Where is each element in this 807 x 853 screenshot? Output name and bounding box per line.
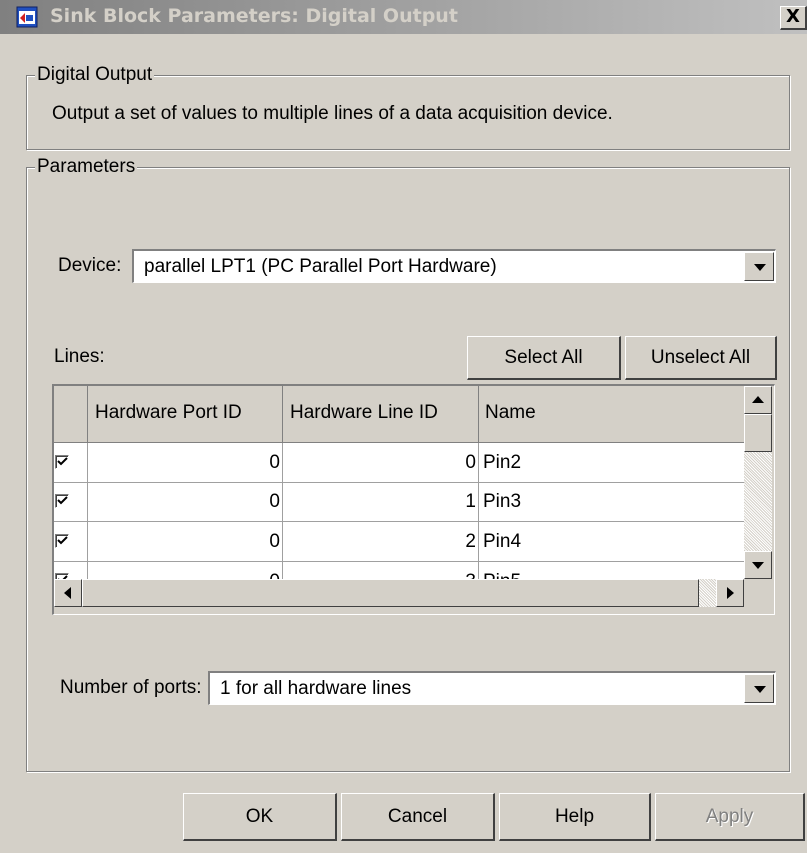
select-all-button[interactable]: Select All — [467, 336, 621, 380]
simulink-block-icon — [16, 6, 38, 28]
table-cell-name[interactable]: Pin4 — [479, 522, 744, 562]
table-cell-line[interactable]: 0 — [283, 443, 479, 483]
cell-text: 2 — [465, 531, 476, 552]
device-dropdown-button[interactable] — [744, 252, 774, 281]
cell-text: Pin4 — [483, 531, 522, 552]
column-header-name[interactable]: Name — [479, 386, 744, 443]
checkmark-icon — [57, 536, 68, 545]
table-cell-line[interactable]: 1 — [283, 483, 479, 522]
chevron-down-icon — [754, 686, 766, 693]
table-cell-port[interactable]: 0 — [88, 443, 283, 483]
cell-text: Pin2 — [483, 452, 522, 473]
number-of-ports-dropdown-button[interactable] — [744, 674, 774, 703]
table-row-check[interactable] — [54, 522, 88, 562]
table-cell-name[interactable]: Pin3 — [479, 483, 744, 522]
window-title: Sink Block Parameters: Digital Output — [50, 5, 458, 27]
cancel-label: Cancel — [387, 806, 448, 827]
device-dropdown[interactable]: parallel LPT1 (PC Parallel Port Hardware… — [132, 249, 776, 283]
arrow-up-icon — [752, 396, 764, 403]
row-checkbox[interactable] — [55, 494, 69, 508]
vertical-scroll-thumb[interactable] — [744, 414, 772, 452]
lines-label: Lines: — [54, 346, 105, 367]
cell-text: 0 — [269, 491, 280, 512]
parameters-group-legend: Parameters — [35, 156, 138, 178]
help-button[interactable]: Help — [499, 793, 651, 841]
chevron-down-icon — [754, 264, 766, 271]
column-header-line[interactable]: Hardware Line ID — [283, 386, 479, 443]
ok-label: OK — [245, 806, 274, 827]
checkmark-icon — [57, 496, 68, 505]
device-value: parallel LPT1 (PC Parallel Port Hardware… — [144, 256, 497, 277]
arrow-right-icon — [727, 587, 734, 599]
number-of-ports-value: 1 for all hardware lines — [220, 678, 412, 699]
scroll-down-button[interactable] — [744, 551, 772, 579]
table-row-check[interactable] — [54, 483, 88, 522]
column-header-line-label: Hardware Line ID — [290, 402, 438, 423]
lines-table: Hardware Port ID Hardware Line ID Name 0… — [52, 384, 775, 615]
table-row-check[interactable] — [54, 443, 88, 483]
number-of-ports-dropdown[interactable]: 1 for all hardware lines — [208, 671, 776, 705]
cell-text: Pin3 — [483, 491, 522, 512]
table-cell-port[interactable]: 0 — [88, 483, 283, 522]
cell-text: 0 — [269, 531, 280, 552]
table-cell-port[interactable]: 0 — [88, 522, 283, 562]
column-header-name-label: Name — [485, 402, 536, 423]
title-bar[interactable]: Sink Block Parameters: Digital Output X — [0, 0, 807, 34]
block-description: Output a set of values to multiple lines… — [52, 103, 613, 124]
arrow-down-icon — [752, 562, 764, 569]
close-icon: X — [786, 6, 800, 27]
cell-text: 1 — [465, 491, 476, 512]
apply-label: Apply — [705, 806, 754, 827]
unselect-all-label: Unselect All — [650, 347, 751, 368]
row-checkbox[interactable] — [55, 534, 69, 548]
select-all-label: Select All — [504, 347, 583, 368]
device-label: Device: — [58, 255, 122, 276]
unselect-all-button[interactable]: Unselect All — [625, 336, 777, 380]
cell-text: 0 — [465, 452, 476, 473]
table-cell-name[interactable]: Pin2 — [479, 443, 744, 483]
column-header-port-label: Hardware Port ID — [95, 402, 242, 423]
help-label: Help — [554, 806, 595, 827]
horizontal-scroll-thumb[interactable] — [82, 579, 699, 607]
cancel-button[interactable]: Cancel — [341, 793, 495, 841]
dialog-window: Sink Block Parameters: Digital Output X … — [0, 0, 807, 853]
scroll-right-button[interactable] — [716, 579, 744, 607]
ok-button[interactable]: OK — [183, 793, 337, 841]
cell-text: 0 — [269, 452, 280, 473]
number-of-ports-label: Number of ports: — [60, 677, 202, 698]
apply-button[interactable]: Apply — [655, 793, 805, 841]
table-horizontal-scrollbar[interactable] — [54, 579, 744, 607]
table-cell-line[interactable]: 2 — [283, 522, 479, 562]
row-checkbox[interactable] — [55, 455, 69, 469]
scrollbar-corner — [744, 579, 772, 607]
table-vertical-scrollbar[interactable] — [744, 386, 772, 579]
table-header-check — [54, 386, 88, 443]
arrow-left-icon — [64, 587, 71, 599]
scroll-left-button[interactable] — [54, 579, 82, 607]
close-button[interactable]: X — [780, 6, 807, 30]
column-header-port[interactable]: Hardware Port ID — [88, 386, 283, 443]
scroll-up-button[interactable] — [744, 386, 772, 414]
checkmark-icon — [57, 457, 68, 466]
description-group-legend: Digital Output — [35, 64, 155, 86]
